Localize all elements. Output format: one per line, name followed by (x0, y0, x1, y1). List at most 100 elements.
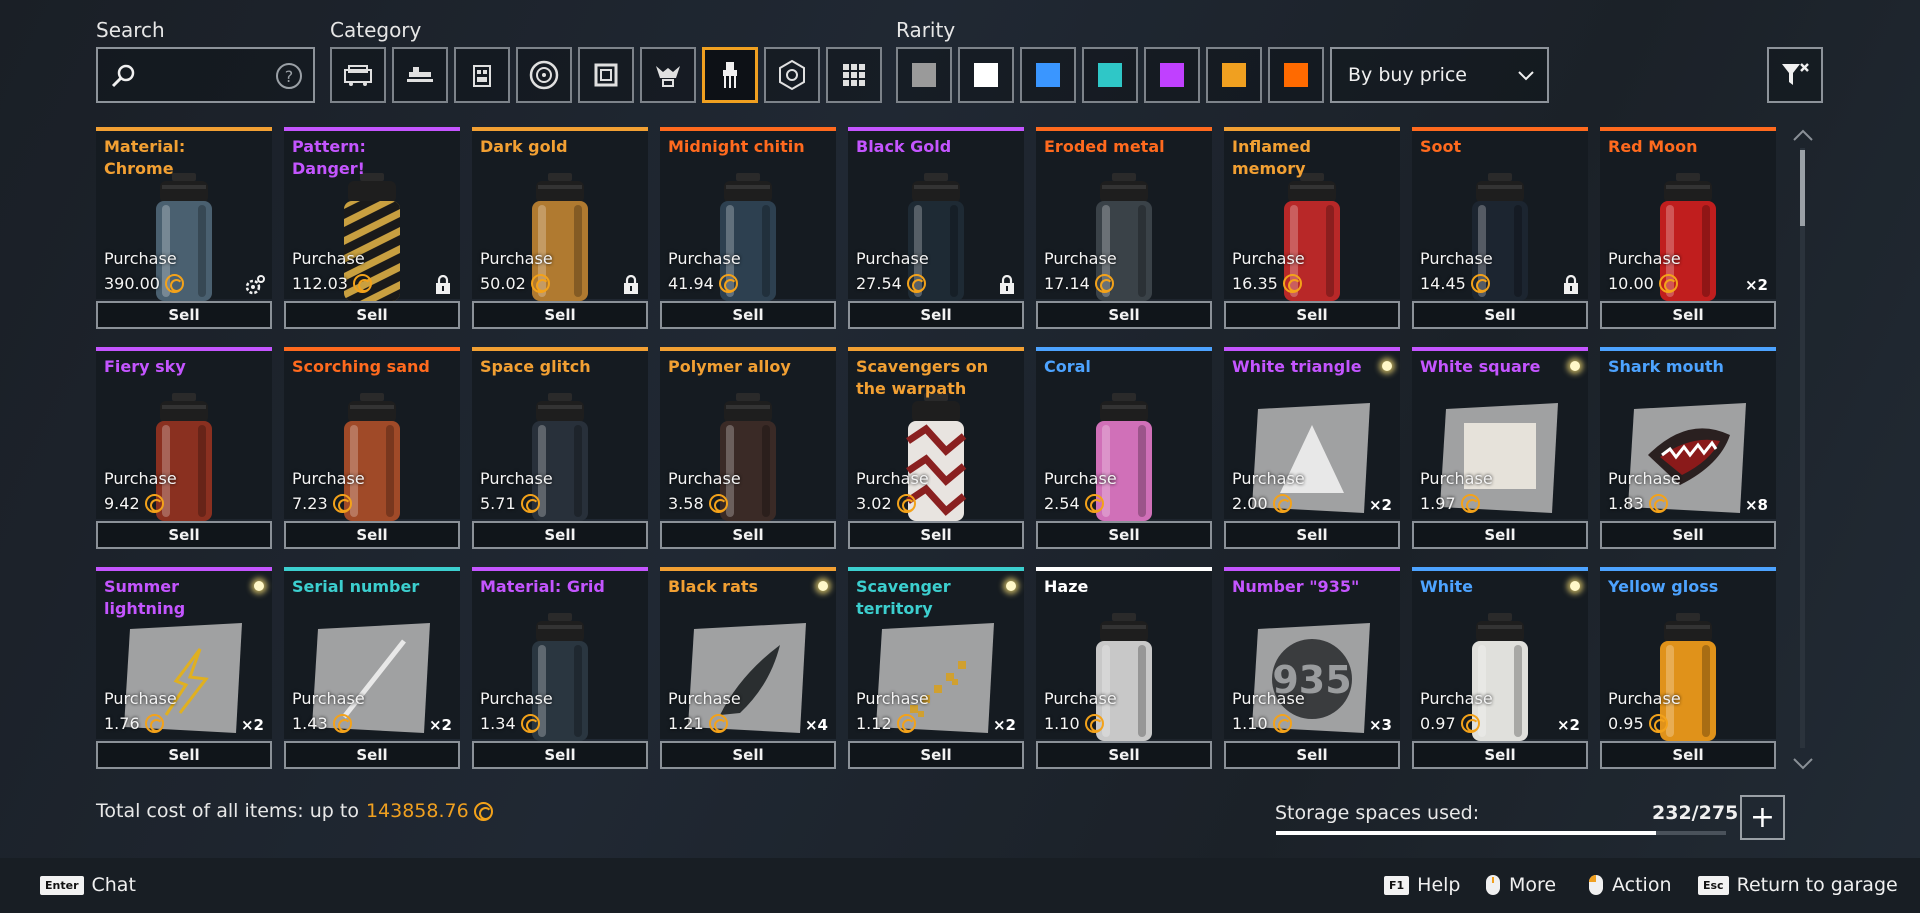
scrollbar-track[interactable] (1800, 148, 1805, 748)
chat-hint[interactable]: Enter Chat (40, 874, 136, 896)
item-card-body[interactable]: Red Moon Purchase 10.00 ×2 (1600, 127, 1776, 301)
item-card[interactable]: White Purchase 0.97 ×2 Sell (1412, 567, 1588, 769)
sell-button[interactable]: Sell (848, 741, 1024, 769)
rarity-filter-button[interactable] (1206, 47, 1262, 103)
item-card-body[interactable]: Midnight chitin Purchase 41.94 (660, 127, 836, 301)
item-card-body[interactable]: Coral Purchase 2.54 (1036, 347, 1212, 521)
sell-button[interactable]: Sell (284, 521, 460, 549)
sell-button[interactable]: Sell (96, 301, 272, 329)
item-card-body[interactable]: 935 Number "935" Purchase 1.10 ×3 (1224, 567, 1400, 739)
sell-button[interactable]: Sell (1224, 521, 1400, 549)
more-hint[interactable]: More (1485, 874, 1556, 896)
item-card[interactable]: Dark gold Purchase 50.02 Sell (472, 127, 648, 329)
item-card[interactable]: Scavenger territory Purchase 1.12 ×2 Sell (848, 567, 1024, 769)
sell-button[interactable]: Sell (1036, 741, 1212, 769)
sell-button[interactable]: Sell (284, 741, 460, 769)
item-card-body[interactable]: Fiery sky Purchase 9.42 (96, 347, 272, 521)
sell-button[interactable]: Sell (660, 741, 836, 769)
sell-button[interactable]: Sell (848, 521, 1024, 549)
item-card[interactable]: Soot Purchase 14.45 Sell (1412, 127, 1588, 329)
sell-button[interactable]: Sell (1412, 521, 1588, 549)
scrollbar-thumb[interactable] (1800, 150, 1805, 226)
sell-button[interactable]: Sell (1036, 301, 1212, 329)
sell-button[interactable]: Sell (472, 521, 648, 549)
rarity-filter-button[interactable] (896, 47, 952, 103)
item-card-body[interactable]: Scorching sand Purchase 7.23 (284, 347, 460, 521)
search-field[interactable]: ? (96, 47, 315, 103)
item-card[interactable]: White triangle Purchase 2.00 ×2 Sell (1224, 347, 1400, 549)
item-card[interactable]: Black Gold Purchase 27.54 Sell (848, 127, 1024, 329)
item-card[interactable]: Scorching sand Purchase 7.23 Sell (284, 347, 460, 549)
category-button-module[interactable] (454, 47, 510, 103)
item-card-body[interactable]: Shark mouth Purchase 1.83 ×8 (1600, 347, 1776, 519)
item-card-body[interactable]: Haze Purchase 1.10 (1036, 567, 1212, 741)
item-card-body[interactable]: Inflamed memory Purchase 16.35 (1224, 127, 1400, 301)
sell-button[interactable]: Sell (96, 741, 272, 769)
sell-button[interactable]: Sell (1600, 741, 1776, 769)
category-button-all[interactable] (826, 47, 882, 103)
item-card[interactable]: Red Moon Purchase 10.00 ×2 Sell (1600, 127, 1776, 329)
item-card[interactable]: Polymer alloy Purchase 3.58 Sell (660, 347, 836, 549)
item-card[interactable]: White square Purchase 1.97 Sell (1412, 347, 1588, 549)
item-card[interactable]: 935 Number "935" Purchase 1.10 ×3 Sell (1224, 567, 1400, 769)
sell-button[interactable]: Sell (1600, 301, 1776, 329)
sell-button[interactable]: Sell (660, 521, 836, 549)
category-button-structure[interactable] (764, 47, 820, 103)
sell-button[interactable]: Sell (284, 301, 460, 329)
item-card[interactable]: Midnight chitin Purchase 41.94 Sell (660, 127, 836, 329)
rarity-filter-button[interactable] (1144, 47, 1200, 103)
item-card-body[interactable]: White square Purchase 1.97 (1412, 347, 1588, 519)
category-button-paint[interactable] (702, 47, 758, 103)
help-icon[interactable]: ? (275, 62, 303, 90)
return-hint[interactable]: Esc Return to garage (1698, 874, 1898, 896)
item-card-body[interactable]: Polymer alloy Purchase 3.58 (660, 347, 836, 521)
item-card-body[interactable]: Soot Purchase 14.45 (1412, 127, 1588, 301)
item-card[interactable]: Inflamed memory Purchase 16.35 Sell (1224, 127, 1400, 329)
item-card-body[interactable]: Dark gold Purchase 50.02 (472, 127, 648, 301)
item-card-body[interactable]: Black rats Purchase 1.21 ×4 (660, 567, 836, 739)
item-card[interactable]: Fiery sky Purchase 9.42 Sell (96, 347, 272, 549)
item-card-body[interactable]: Black Gold Purchase 27.54 (848, 127, 1024, 301)
item-card-body[interactable]: Space glitch Purchase 5.71 (472, 347, 648, 521)
search-input[interactable] (144, 57, 264, 93)
sell-button[interactable]: Sell (1412, 301, 1588, 329)
rarity-filter-button[interactable] (1268, 47, 1324, 103)
item-card-body[interactable]: Summer lightning Purchase 1.76 ×2 (96, 567, 272, 739)
item-card[interactable]: Black rats Purchase 1.21 ×4 Sell (660, 567, 836, 769)
item-card[interactable]: Yellow gloss Purchase 0.95 Sell (1600, 567, 1776, 769)
sell-button[interactable]: Sell (1036, 521, 1212, 549)
item-card-body[interactable]: Pattern: Danger! Purchase 112.03 (284, 127, 460, 301)
rarity-filter-button[interactable] (1020, 47, 1076, 103)
item-card-body[interactable]: Eroded metal Purchase 17.14 (1036, 127, 1212, 301)
sell-button[interactable]: Sell (1224, 741, 1400, 769)
rarity-filter-button[interactable] (1082, 47, 1138, 103)
reset-filters-button[interactable] (1767, 47, 1823, 103)
scroll-up-icon[interactable] (1792, 128, 1814, 142)
item-card[interactable]: Scavengers on the warpath Purchase 3.02 Sel… (848, 347, 1024, 549)
item-card-body[interactable]: Material: Chrome Purchase 390.00 (96, 127, 272, 301)
item-card-body[interactable]: Scavengers on the warpath Purchase 3.02 (848, 347, 1024, 521)
item-card[interactable]: Pattern: Danger! Purchase 112.03 Sell (284, 127, 460, 329)
sort-dropdown[interactable]: By buy price (1330, 47, 1549, 103)
item-card[interactable]: Eroded metal Purchase 17.14 Sell (1036, 127, 1212, 329)
add-storage-button[interactable]: + (1740, 795, 1785, 840)
sell-button[interactable]: Sell (848, 301, 1024, 329)
item-card[interactable]: Material: Chrome Purchase 390.00 Sell (96, 127, 272, 329)
item-card[interactable]: Material: Grid Purchase 1.34 Sell (472, 567, 648, 769)
help-hint[interactable]: F1 Help (1384, 874, 1461, 896)
item-card[interactable]: Serial number Purchase 1.43 ×2 Sell (284, 567, 460, 769)
item-card[interactable]: Shark mouth Purchase 1.83 ×8 Sell (1600, 347, 1776, 549)
rarity-filter-button[interactable] (958, 47, 1014, 103)
item-card[interactable]: Summer lightning Purchase 1.76 ×2 Sell (96, 567, 272, 769)
sell-button[interactable]: Sell (96, 521, 272, 549)
item-card[interactable]: Haze Purchase 1.10 Sell (1036, 567, 1212, 769)
item-card-body[interactable]: Material: Grid Purchase 1.34 (472, 567, 648, 741)
category-button-frame[interactable] (578, 47, 634, 103)
item-card[interactable]: Space glitch Purchase 5.71 Sell (472, 347, 648, 549)
item-card-body[interactable]: Yellow gloss Purchase 0.95 (1600, 567, 1776, 741)
scroll-down-icon[interactable] (1792, 757, 1814, 771)
sell-button[interactable]: Sell (1224, 301, 1400, 329)
sell-button[interactable]: Sell (660, 301, 836, 329)
item-card-body[interactable]: Serial number Purchase 1.43 ×2 (284, 567, 460, 739)
sell-button[interactable]: Sell (1600, 521, 1776, 549)
